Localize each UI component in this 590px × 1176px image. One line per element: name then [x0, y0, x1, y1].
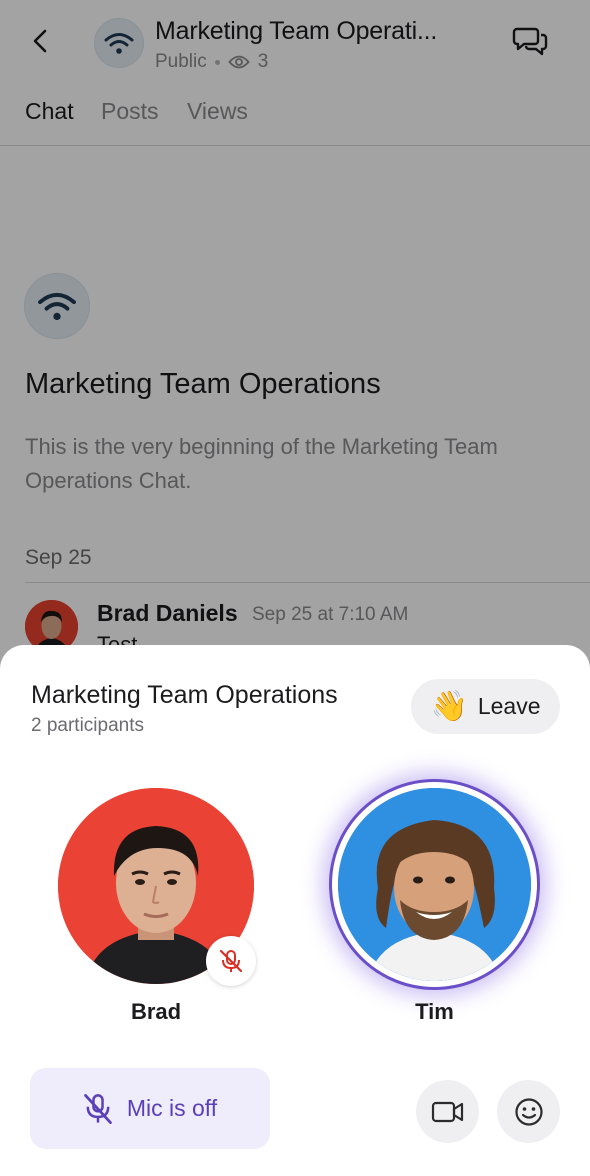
mic-toggle-button[interactable]: Mic is off [30, 1068, 270, 1149]
leave-button[interactable]: 👋 Leave [411, 679, 560, 734]
participant-count: 2 participants [31, 715, 145, 736]
smiley-icon [514, 1097, 543, 1126]
mic-off-icon [84, 1093, 112, 1124]
avatar-photo [338, 788, 531, 981]
muted-indicator [206, 936, 256, 986]
reactions-button[interactable] [497, 1080, 560, 1143]
video-camera-icon [431, 1101, 463, 1122]
camera-button[interactable] [416, 1080, 479, 1143]
mic-status-label: Mic is off [126, 1095, 218, 1121]
call-title: Marketing Team Operations [31, 681, 338, 709]
leave-label: Leave [477, 693, 541, 719]
participant-name-tim: Tim [415, 999, 454, 1024]
participant-name-brad: Brad [130, 999, 182, 1024]
avatar-portrait [338, 788, 531, 981]
mic-off-icon [219, 949, 243, 973]
waving-hand-icon: 👋 [430, 689, 468, 723]
call-bottom-sheet: Marketing Team Operations 2 participants… [0, 645, 590, 1176]
participant-avatar-tim[interactable] [329, 779, 540, 990]
